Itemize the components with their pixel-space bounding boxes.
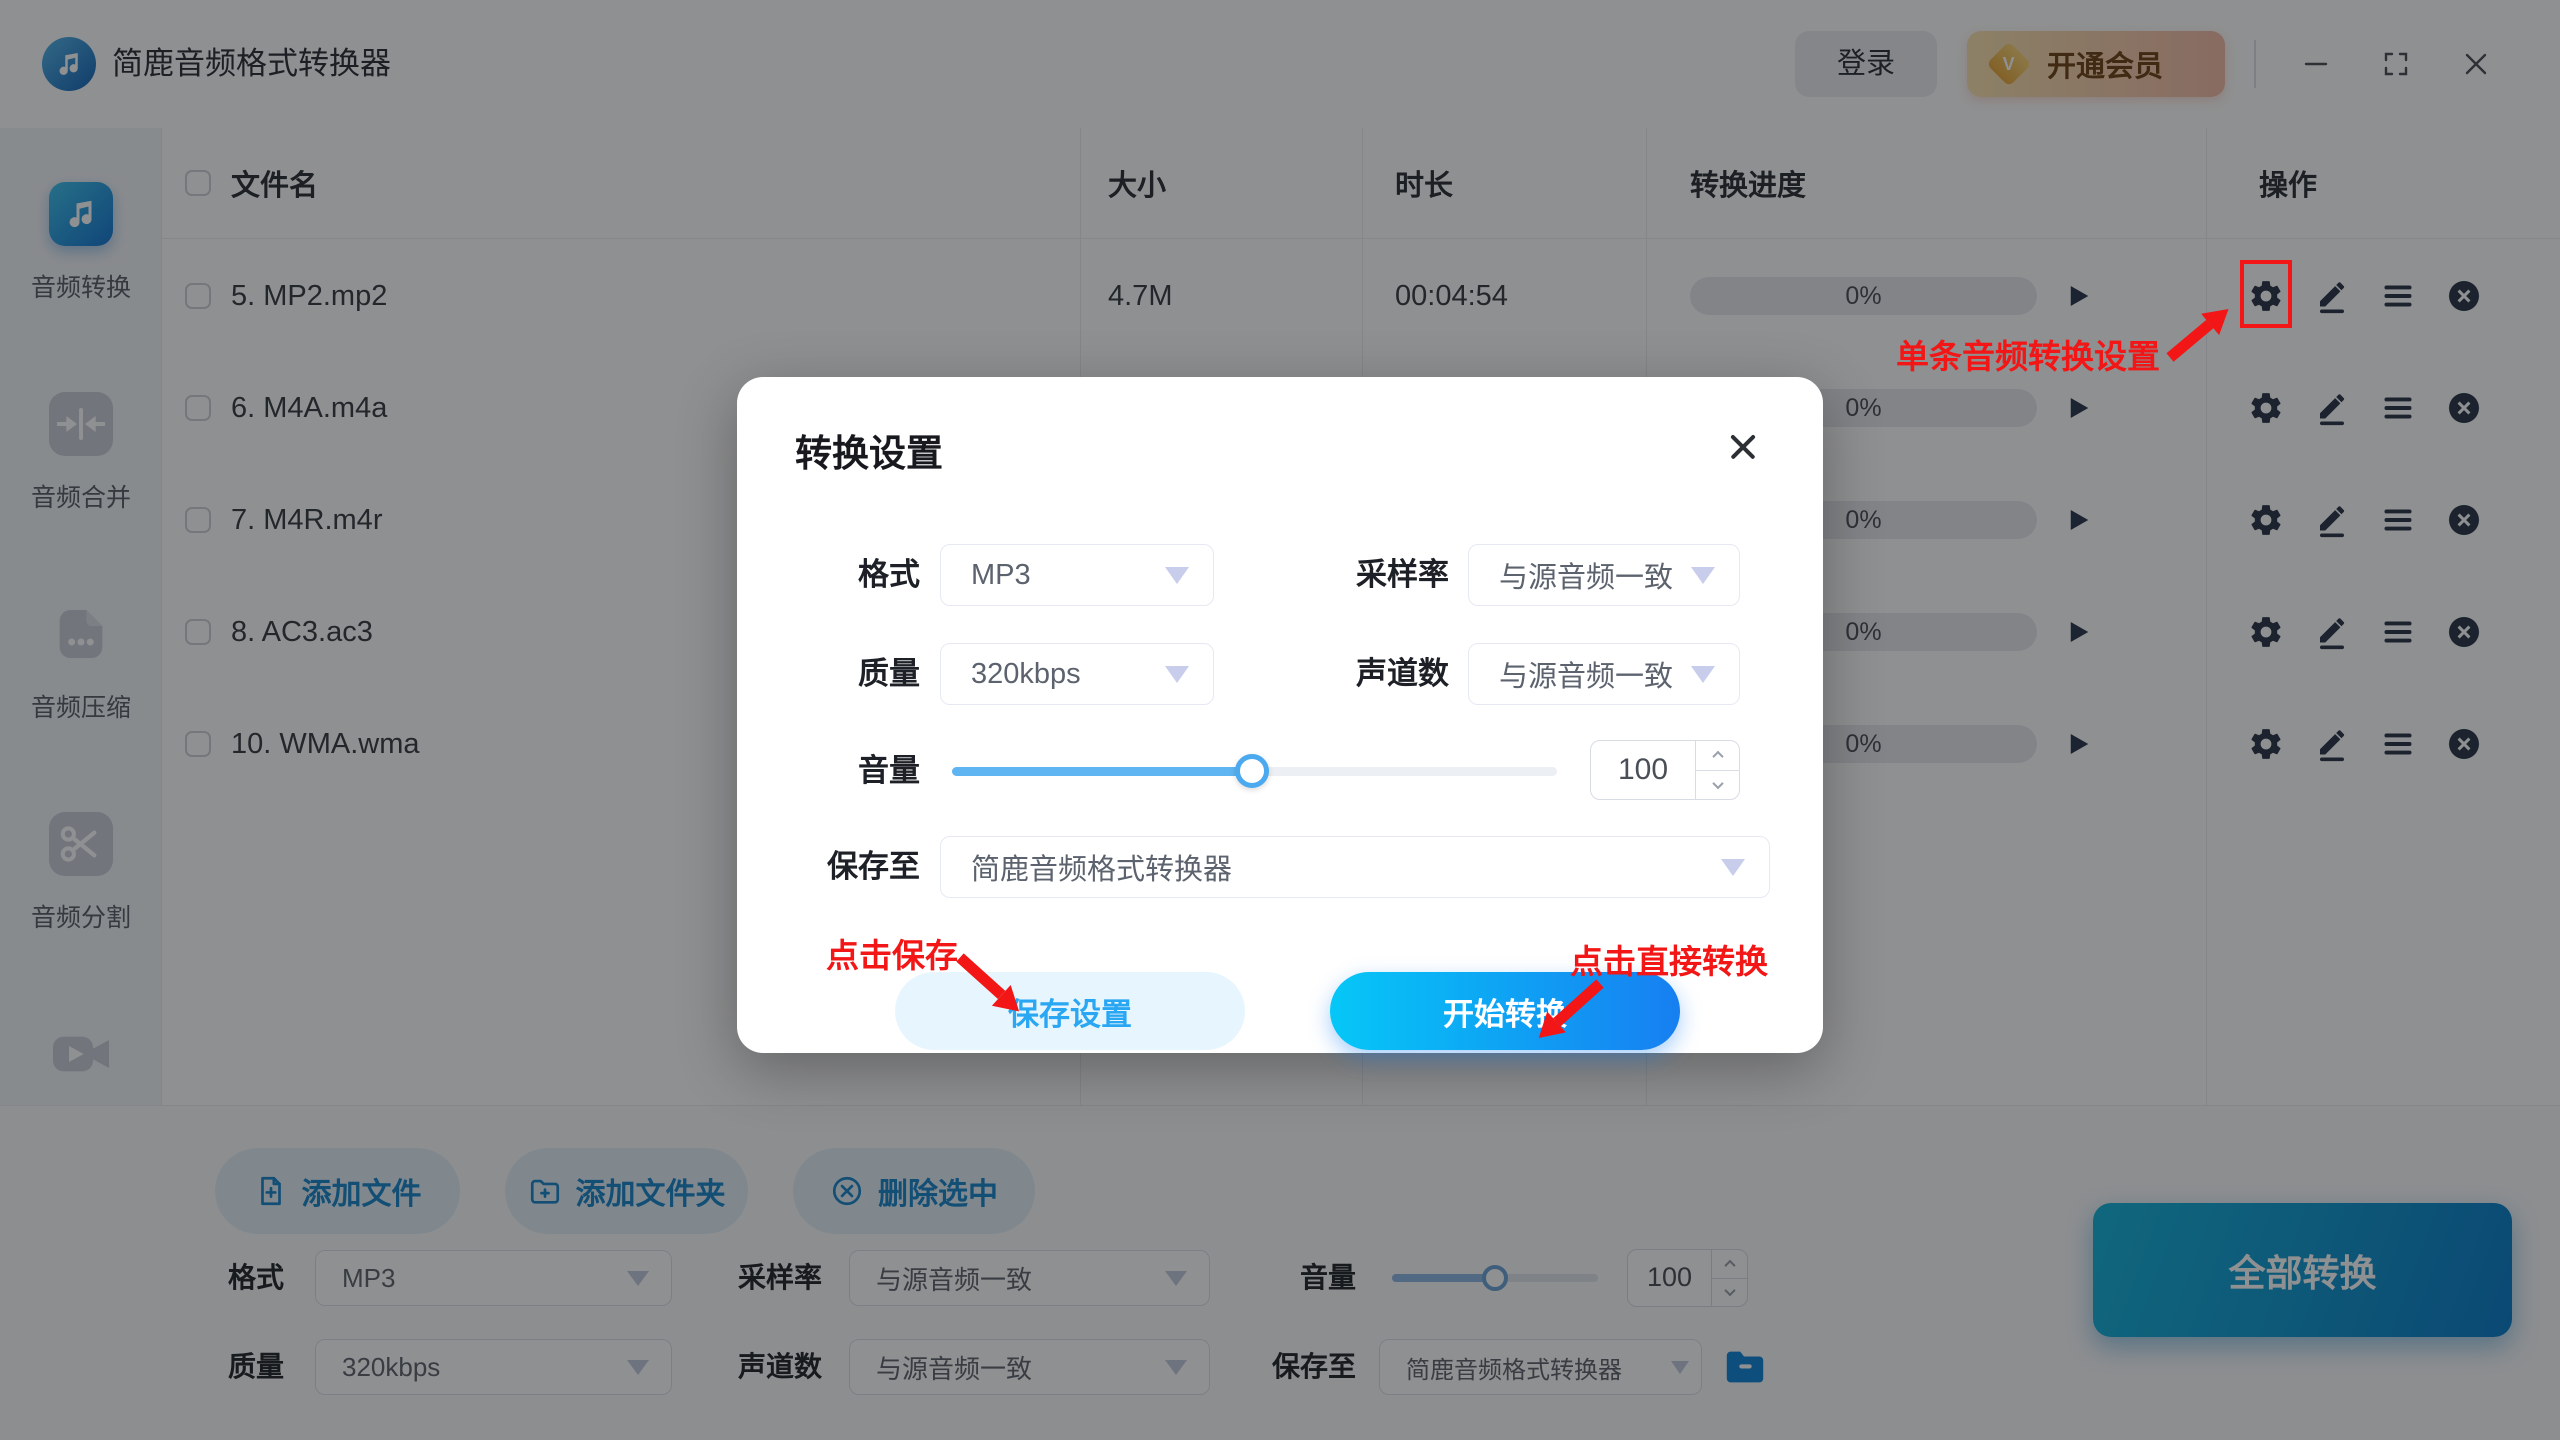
modal-sample-rate-label: 采样率 xyxy=(1257,544,1449,606)
modal-quality-dropdown[interactable]: 320kbps xyxy=(940,643,1214,705)
chevron-down-icon xyxy=(1721,859,1745,876)
modal-channels-label: 声道数 xyxy=(1257,643,1449,705)
annotation-click-save: 点击保存 xyxy=(826,929,958,977)
modal-volume-label: 音量 xyxy=(737,740,920,802)
modal-title: 转换设置 xyxy=(795,423,943,477)
chevron-down-icon xyxy=(1691,567,1715,584)
annotation-click-convert: 点击直接转换 xyxy=(1570,935,1768,983)
modal-quality-label: 质量 xyxy=(737,643,920,705)
modal-save-to-label: 保存至 xyxy=(737,836,920,898)
modal-volume-input[interactable]: 100 xyxy=(1590,740,1740,800)
annotation-single-setting: 单条音频转换设置 xyxy=(1896,330,2160,378)
modal-sample-rate-dropdown[interactable]: 与源音频一致 xyxy=(1468,544,1740,606)
gear-highlight-rect xyxy=(2240,260,2292,328)
modal-format-dropdown[interactable]: MP3 xyxy=(940,544,1214,606)
app-window: 简鹿音频格式转换器 登录 V 开通会员 音频转换 音频合并 xyxy=(0,0,2560,1440)
spinner-up[interactable] xyxy=(1696,741,1739,770)
modal-slider-thumb[interactable] xyxy=(1235,754,1269,788)
modal-save-to-dropdown[interactable]: 简鹿音频格式转换器 xyxy=(940,836,1770,898)
modal-format-label: 格式 xyxy=(737,544,920,606)
chevron-down-icon xyxy=(1165,666,1189,683)
modal-close-icon[interactable] xyxy=(1723,427,1763,467)
start-conversion-button[interactable]: 开始转换 xyxy=(1330,972,1680,1050)
save-settings-button[interactable]: 保存设置 xyxy=(895,972,1245,1050)
chevron-down-icon xyxy=(1165,567,1189,584)
spinner-down[interactable] xyxy=(1696,770,1739,800)
modal-channels-dropdown[interactable]: 与源音频一致 xyxy=(1468,643,1740,705)
chevron-down-icon xyxy=(1691,666,1715,683)
